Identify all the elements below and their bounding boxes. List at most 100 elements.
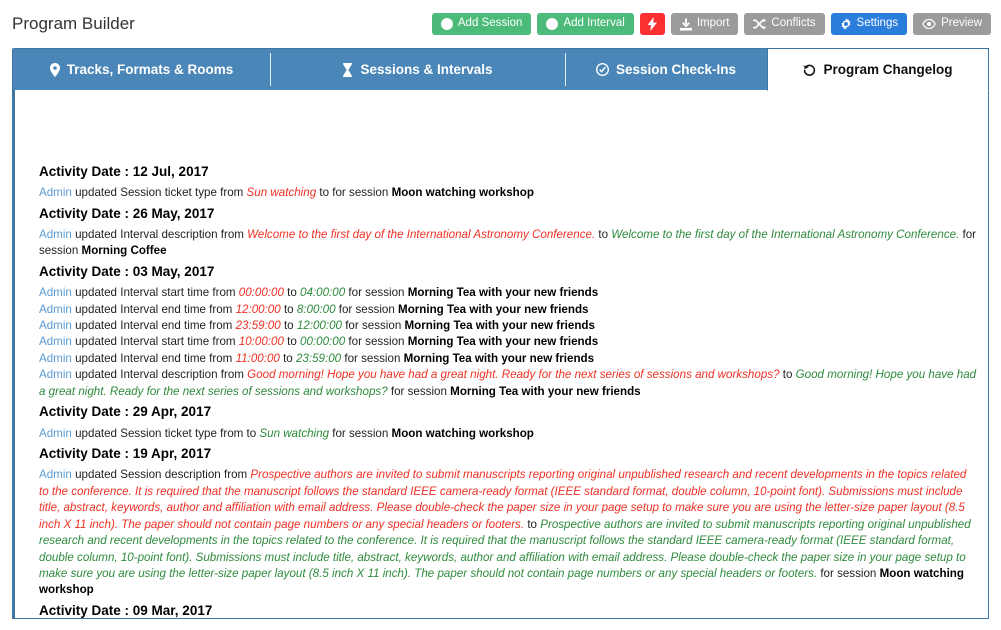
changelog-session-name: Morning Tea with your new friends (404, 319, 595, 333)
changelog-new-value: Welcome to the first day of the Internat… (611, 227, 960, 241)
changelog-old-value: 12:00:00 (235, 302, 281, 316)
changelog-action-text: updated Interval end time from (71, 351, 236, 365)
changelog-suffix-text: for session (817, 566, 880, 580)
button-label: Preview (941, 17, 982, 30)
changelog-old-value: Welcome to the first day of the Internat… (247, 227, 596, 241)
changelog-entry: Admin updated Interval start time from 1… (39, 334, 978, 350)
changelog-session-name: Moon watching workshop (391, 426, 534, 440)
conflicts-button[interactable]: Conflicts (744, 13, 825, 35)
changelog-transition-text: to (280, 302, 297, 316)
tab-tracks-formats-rooms[interactable]: Tracks, Formats & Rooms (13, 49, 270, 90)
download-icon (679, 18, 692, 31)
changelog-action-text: updated Interval start time from (71, 286, 239, 300)
changelog-session-name: Morning Tea with your new friends (450, 384, 641, 398)
changelog-transition-text: to (279, 351, 296, 365)
activity-date-label: Activity Date : (39, 263, 133, 279)
button-label: Add Interval (563, 17, 625, 30)
activity-date-heading: Activity Date : 26 May, 2017 (39, 204, 978, 224)
changelog-entry: Admin updated Interval description from … (39, 227, 978, 260)
changelog-session-name: Morning Coffee (81, 244, 167, 258)
changelog-session-name: Morning Tea with your new friends (403, 351, 595, 365)
tab-bar: Tracks, Formats & Rooms Sessions & Interv… (12, 48, 989, 91)
changelog-entry: Admin updated Session description from P… (39, 467, 978, 599)
changelog-actor[interactable]: Admin (39, 468, 72, 481)
changelog-group: Admin updated Session ticket type from t… (39, 426, 978, 442)
changelog-entry: Admin updated Session ticket type from t… (39, 426, 978, 442)
activity-date-heading: Activity Date : 19 Apr, 2017 (39, 444, 978, 464)
changelog-actor[interactable]: Admin (39, 228, 72, 241)
changelog-group: Admin updated Session description from P… (39, 467, 978, 599)
tab-content-panel: Activity Date : 12 Jul, 2017 Admin update… (12, 90, 989, 619)
settings-button[interactable]: Settings (830, 13, 908, 35)
changelog-action-text: updated Session description from (71, 468, 251, 482)
changelog-suffix-text: for session (329, 426, 392, 440)
changelog-suffix-text: for session (335, 302, 399, 316)
activity-date-label: Activity Date : (39, 445, 133, 461)
tab-label: Tracks, Formats & Rooms (66, 62, 234, 77)
changelog-old-value: Good morning! Hope you have had a great … (247, 368, 780, 382)
changelog-new-value: Sun watching (259, 426, 330, 440)
tab-label: Program Changelog (823, 62, 953, 77)
activity-date-heading: Activity Date : 09 Mar, 2017 (39, 601, 978, 618)
changelog-new-value: 04:00:00 (300, 286, 346, 300)
changelog-entry: Admin updated Interval end time from 23:… (39, 318, 978, 334)
preview-button[interactable]: Preview (913, 13, 991, 35)
changelog-actor[interactable]: Admin (39, 319, 72, 332)
changelog-old-value: 10:00:00 (238, 335, 284, 349)
changelog-action-text: updated Interval end time from (71, 302, 236, 316)
changelog-old-value: Sun watching (246, 186, 317, 200)
map-marker-icon (49, 62, 60, 77)
activity-date-label: Activity Date : (39, 205, 133, 221)
activity-date-value: 29 Apr, 2017 (132, 404, 212, 420)
changelog-transition-text: to (595, 227, 612, 241)
changelog-actor[interactable]: Admin (39, 286, 72, 299)
page-title: Program Builder (12, 14, 135, 33)
activity-date-label: Activity Date : (39, 602, 133, 618)
tab-label: Session Check-Ins (615, 62, 737, 77)
changelog-suffix-text: for session (345, 335, 408, 349)
changelog-new-value: 00:00:00 (300, 335, 346, 349)
changelog-suffix-text: for session (341, 319, 405, 333)
changelog-actor[interactable]: Admin (39, 427, 72, 440)
changelog-new-value: 12:00:00 (296, 319, 342, 333)
tab-sessions-intervals[interactable]: Sessions & Intervals (270, 49, 565, 90)
tab-session-check-ins[interactable]: Session Check-Ins (565, 49, 767, 90)
changelog-transition-text: to (316, 186, 333, 200)
changelog-group: Admin updated Interval start time from 0… (39, 285, 978, 400)
activity-date-value: 26 May, 2017 (132, 205, 215, 221)
changelog-transition-text: to (280, 319, 297, 333)
changelog-suffix-text: for session (341, 351, 404, 365)
plus-circle-icon (546, 18, 559, 30)
changelog-actor[interactable]: Admin (39, 368, 72, 381)
changelog-old-value: 23:59:00 (235, 319, 281, 333)
tab-label: Sessions & Intervals (360, 62, 493, 77)
changelog-actor[interactable]: Admin (39, 335, 72, 348)
activity-date-heading: Activity Date : 12 Jul, 2017 (39, 162, 978, 182)
changelog-transition-text: to (524, 517, 541, 531)
changelog-actor[interactable]: Admin (39, 352, 72, 365)
changelog-session-name: Moon watching workshop (391, 186, 534, 200)
changelog-actor[interactable]: Admin (39, 303, 72, 316)
bolt-icon (647, 17, 658, 31)
changelog-group: Admin updated Session ticket type from S… (39, 185, 978, 201)
changelog-actor[interactable]: Admin (39, 186, 72, 199)
add-interval-button[interactable]: Add Interval (537, 13, 634, 35)
changelog-transition-text: to (779, 368, 796, 382)
eye-icon (922, 19, 937, 29)
changelog-old-value: 00:00:00 (238, 286, 284, 300)
changelog-transition-text: to (246, 426, 260, 440)
program-builder-panel: Tracks, Formats & Rooms Sessions & Interv… (12, 48, 989, 619)
button-label: Import (696, 17, 730, 30)
add-session-button[interactable]: Add Session (431, 13, 532, 35)
changelog-old-value: 11:00:00 (235, 351, 280, 365)
activity-date-value: 19 Apr, 2017 (132, 445, 212, 461)
activity-date-heading: Activity Date : 29 Apr, 2017 (39, 402, 978, 422)
quick-action-button[interactable] (639, 13, 665, 35)
tab-program-changelog[interactable]: Program Changelog (767, 48, 989, 91)
button-label: Conflicts (771, 17, 816, 30)
changelog-action-text: updated Session ticket type from (71, 426, 247, 440)
changelog-entry: Admin updated Interval description from … (39, 367, 978, 400)
import-button[interactable]: Import (670, 13, 739, 35)
changelog-session-name: Morning Tea with your new friends (398, 302, 589, 316)
changelog-action-text: updated Interval description from (71, 227, 248, 241)
